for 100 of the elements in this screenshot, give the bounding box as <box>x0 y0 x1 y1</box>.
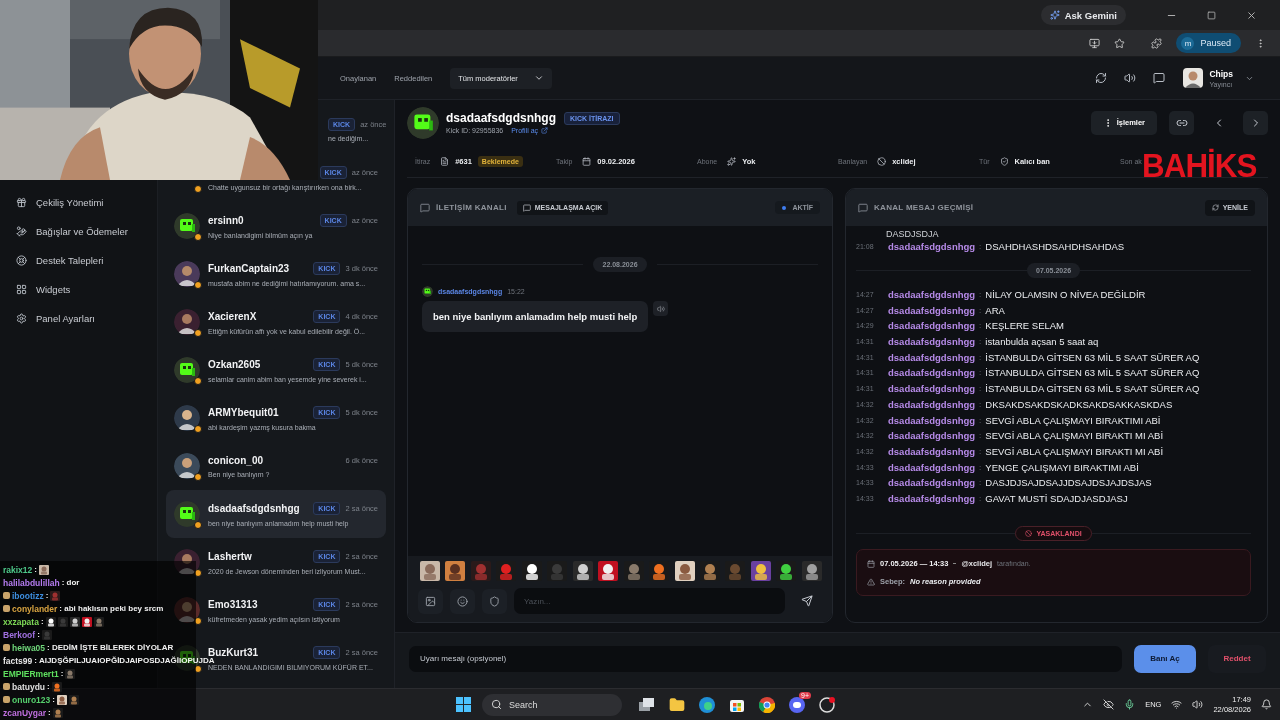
user-name: ersinn0 <box>208 214 245 226</box>
sidebar-item[interactable]: Bağışlar ve Ödemeler <box>0 217 157 246</box>
chat-user-name: zcanUygar <box>3 707 46 718</box>
unban-button[interactable]: Banı Aç <box>1134 644 1196 673</box>
shield-icon <box>489 595 500 607</box>
separator: : <box>979 242 982 252</box>
image-button[interactable] <box>418 588 443 614</box>
sidebar-item[interactable]: Çekiliş Yönetimi <box>0 188 157 217</box>
restore-icon[interactable] <box>1206 10 1216 20</box>
menu-item-icon <box>16 226 27 237</box>
avatar-icon <box>174 261 200 287</box>
user-name: dsadaafsdgdsnhgg <box>888 241 976 253</box>
user-name: dsadaafsdgdsnhgg <box>446 111 556 125</box>
emoji-button[interactable] <box>450 588 475 614</box>
status-dot <box>782 205 787 210</box>
chat-message: istanbulda açsan 5 saat aq <box>985 336 1099 348</box>
status-dot <box>194 665 202 673</box>
separator: : <box>979 337 982 347</box>
chat-user-name: heiwa05 <box>12 642 46 653</box>
status-dot <box>194 425 202 433</box>
microphone-icon[interactable] <box>1124 699 1136 710</box>
speaker-icon <box>1124 72 1137 84</box>
menu-item-icon <box>16 197 27 208</box>
install-icon[interactable] <box>1089 37 1101 49</box>
chat-message: : <box>60 669 64 678</box>
chat-message: NİLAY OLAMSIN O NİVEA DEĞİLDİR <box>985 289 1146 301</box>
chat-message: İSTANBULDA GİTSEN 63 MİL 5 SAAT SÜRER AQ <box>985 383 1200 395</box>
user-name: conicon_00 <box>208 454 265 466</box>
chat-message: ARA <box>985 304 1005 316</box>
send-icon <box>801 595 813 607</box>
chat-user-name: conylander <box>12 603 58 614</box>
sparkle-icon <box>727 156 737 166</box>
user-name: dsadaafsdgdsnhgg <box>888 477 976 489</box>
warning-icon <box>867 577 875 586</box>
external-link-icon <box>541 127 549 134</box>
chat-message: : <box>48 708 51 717</box>
notifications-icon[interactable] <box>1261 699 1272 710</box>
chat-message: İSTANBULDA GİTSEN 63 MİL 5 SAAT SÜRER AQ <box>985 351 1200 363</box>
avatar-icon <box>174 453 200 479</box>
separator: : <box>979 368 982 378</box>
separator: : <box>979 384 982 394</box>
message-input[interactable]: Yazın... <box>514 588 785 614</box>
separator: : <box>979 290 982 300</box>
sidebar-item[interactable]: Destek Talepleri <box>0 246 157 275</box>
avatar-icon <box>174 213 200 239</box>
stream-logo: BAHİKS <box>1142 147 1257 185</box>
eye-off-icon[interactable] <box>1103 699 1115 710</box>
close-icon[interactable] <box>1245 9 1257 21</box>
shield-button[interactable] <box>482 588 507 614</box>
panel-title: İLETİŞİM KANALI <box>436 203 507 212</box>
wifi-icon[interactable] <box>1171 699 1183 710</box>
chat-message: : <box>34 565 37 574</box>
status-dot <box>194 569 202 577</box>
chat-icon <box>522 203 531 212</box>
chat-message: : dor <box>61 578 80 587</box>
menu-item-icon <box>16 255 27 266</box>
chat-user-name: EMPIERmert1 <box>3 668 59 679</box>
star-icon[interactable] <box>1114 37 1126 49</box>
ban-icon <box>1025 530 1033 538</box>
chat-message: KEŞLERE SELAM <box>985 320 1064 332</box>
chat-message: : AIJDŞĞPILJUAIOPĞİDJAIPOSDJAĞİIOPUJDA <box>34 656 215 665</box>
chat-message: : abi haklısın peki bey srcm <box>59 604 164 613</box>
link-button[interactable] <box>1169 110 1194 135</box>
menu-item-icon <box>16 313 27 324</box>
profile-button[interactable]: m Paused <box>1176 33 1241 53</box>
status-dot <box>194 185 202 193</box>
ban-icon <box>877 156 887 166</box>
user-name: dsadaafsdgdsnhgg <box>208 502 301 514</box>
user-name: dsadaafsdgdsnhgg <box>888 398 976 410</box>
status-dot <box>194 329 202 337</box>
ask-gemini-button[interactable]: Ask Gemini <box>1040 5 1126 25</box>
chat-message: SEVGİ ABLA ÇALIŞMAYI BIRAKTI MI ABİ <box>985 430 1164 442</box>
sidebar-item[interactable]: Widgets <box>0 275 157 304</box>
status-dot <box>194 281 202 289</box>
chevron-icon <box>533 73 544 83</box>
chat-message: GAVAT MUSTİ SDAJDJASDJASJ <box>985 492 1128 504</box>
user-name: dsadaafsdgdsnhgg <box>888 430 976 442</box>
image-icon <box>425 595 436 607</box>
taskbar-search[interactable]: Search <box>482 693 622 716</box>
separator: : <box>979 415 982 425</box>
extensions-icon[interactable] <box>1151 37 1163 49</box>
chat-message: : <box>45 591 49 600</box>
warning-message-input[interactable]: Uyarı mesajı (opsiyonel) <box>409 645 1122 672</box>
user-name: dsadaafsdgdsnhgg <box>888 289 976 301</box>
chat-message: DASDJSDJA <box>885 228 940 239</box>
chat-user-name: xxzapata <box>3 616 39 627</box>
reject-button[interactable]: Reddet <box>1208 644 1266 673</box>
volume-icon[interactable] <box>1192 699 1204 710</box>
separator: : <box>979 446 982 456</box>
user-name: dsadaafsdgdsnhgg <box>888 492 976 504</box>
avatar-icon <box>174 549 200 575</box>
avatar-icon <box>407 106 439 139</box>
sidebar-item[interactable]: Panel Ayarları <box>0 304 157 333</box>
chat-message: : <box>47 682 50 691</box>
speaker-button[interactable] <box>653 301 669 316</box>
chat-message: : DEDİM İŞTE BİLEREK DİYOLAR <box>47 643 174 652</box>
avatar-icon <box>174 309 200 335</box>
chat-user-name: halilabdulillah <box>3 577 60 588</box>
chat-user-name: rakix12 <box>3 564 33 575</box>
speaker-icon <box>656 304 665 313</box>
